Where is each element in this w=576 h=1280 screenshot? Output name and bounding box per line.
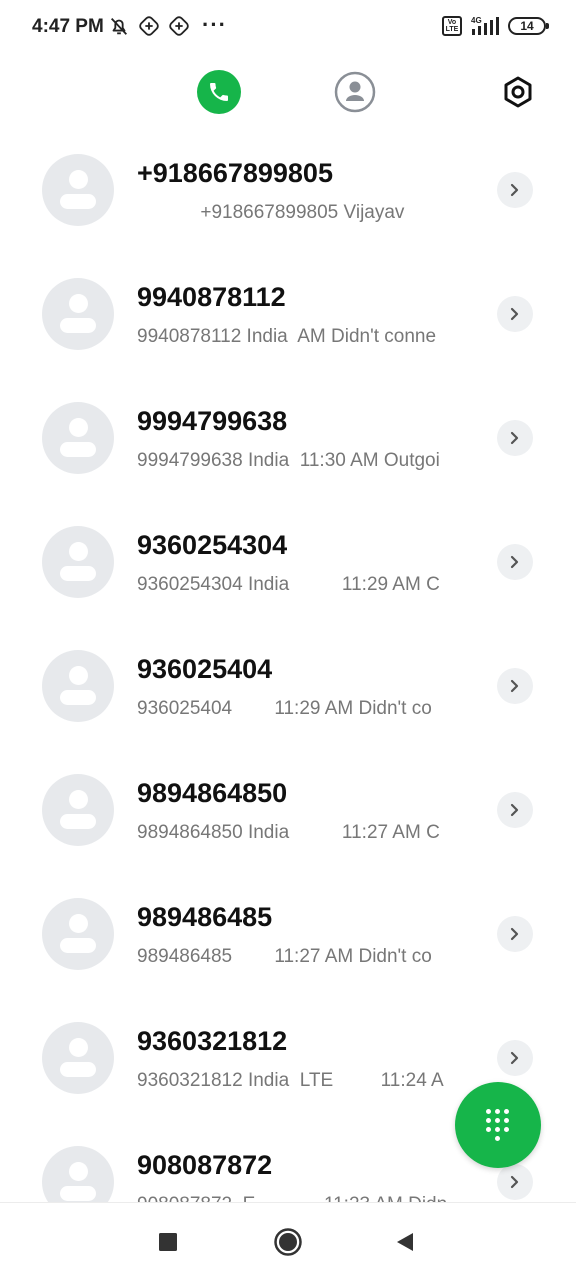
call-details: 936025404 11:29 AM Didn't co: [137, 698, 432, 719]
battery-level: 14: [520, 19, 534, 33]
avatar: [42, 774, 114, 846]
settings-button[interactable]: [496, 70, 540, 114]
avatar: [42, 154, 114, 226]
chevron-right-icon: [510, 803, 519, 817]
back-triangle-icon: [397, 1233, 413, 1251]
call-details-button[interactable]: [497, 1040, 533, 1076]
signal-icon: 4G: [471, 16, 499, 35]
avatar: [42, 898, 114, 970]
call-log-item[interactable]: 9894864850 9894864850 India 11:27 AM C: [0, 748, 576, 872]
call-number: 9940878112: [137, 282, 286, 312]
recents-square-icon: [159, 1233, 177, 1251]
call-number: +918667899805: [137, 158, 333, 188]
network-type-label: 4G: [471, 16, 482, 25]
avatar: [42, 402, 114, 474]
call-details: 9940878112 India AM Didn't conne: [137, 326, 437, 347]
call-details-button[interactable]: [497, 916, 533, 952]
call-log-item[interactable]: 9360254304 9360254304 India 11:29 AM C: [0, 500, 576, 624]
chevron-right-icon: [510, 1051, 519, 1065]
settings-icon: [504, 76, 532, 108]
tab-recents[interactable]: [197, 70, 241, 114]
call-details: 9360321812 India LTE 11:24 A: [137, 1070, 444, 1091]
call-details-button[interactable]: [497, 420, 533, 456]
top-nav: [0, 64, 576, 120]
chevron-right-icon: [510, 679, 519, 693]
recents-button[interactable]: [151, 1225, 185, 1259]
call-details-button[interactable]: [497, 544, 533, 580]
call-details-button[interactable]: [497, 172, 533, 208]
system-nav-bar: [0, 1202, 576, 1280]
call-details-button[interactable]: [497, 792, 533, 828]
call-details-button[interactable]: [497, 668, 533, 704]
call-number: 9360254304: [137, 530, 288, 560]
call-number: 9360321812: [137, 1026, 288, 1056]
call-details-button[interactable]: [497, 1164, 533, 1200]
chevron-right-icon: [510, 927, 519, 941]
back-button[interactable]: [388, 1225, 422, 1259]
call-log-item[interactable]: 989486485 989486485 11:27 AM Didn't co: [0, 872, 576, 996]
phone-icon: [210, 83, 228, 101]
call-number: 9894864850: [137, 778, 288, 808]
chevron-right-icon: [510, 1175, 519, 1189]
chevron-right-icon: [510, 431, 519, 445]
call-number: 9994799638: [137, 406, 288, 436]
avatar: [42, 278, 114, 350]
avatar: [42, 526, 114, 598]
chevron-right-icon: [510, 183, 519, 197]
status-time: 4:47 PM: [32, 16, 104, 37]
notifications-off-icon: [110, 18, 128, 35]
avatar: [42, 1146, 114, 1202]
call-details: +918667899805 Vijayav: [137, 202, 405, 223]
avatar: [42, 650, 114, 722]
call-details: 9894864850 India 11:27 AM C: [137, 822, 440, 843]
home-circle-icon: [274, 1228, 302, 1256]
call-log-item[interactable]: 9940878112 9940878112 India AM Didn't co…: [0, 252, 576, 376]
avatar: [42, 1022, 114, 1094]
call-number: 989486485: [137, 902, 273, 932]
contact-icon: [334, 71, 376, 113]
status-bar: 4:47 PM ··· Vo LTE 4G 14: [0, 0, 576, 56]
tab-contacts[interactable]: [333, 70, 377, 114]
call-details: 989486485 11:27 AM Didn't co: [137, 946, 432, 967]
call-details: 908087872 E 11:23 AM Didn: [137, 1194, 447, 1202]
chevron-right-icon: [510, 555, 519, 569]
call-number: 908087872: [137, 1150, 273, 1180]
screen-share-icon: [139, 16, 159, 36]
volte-icon: Vo LTE: [442, 16, 462, 36]
call-details: 9994799638 India 11:30 AM Outgoi: [137, 450, 440, 471]
screen-share-icon: [169, 16, 189, 36]
chevron-right-icon: [510, 307, 519, 321]
call-log-item[interactable]: 936025404 936025404 11:29 AM Didn't co: [0, 624, 576, 748]
home-button[interactable]: [271, 1225, 305, 1259]
call-log-item[interactable]: 9994799638 9994799638 India 11:30 AM Out…: [0, 376, 576, 500]
more-notifications-icon: ···: [202, 12, 227, 37]
call-number: 936025404: [137, 654, 273, 684]
call-log-item[interactable]: +918667899805 +918667899805 Vijayav: [0, 128, 576, 252]
battery-icon: 14: [508, 17, 549, 35]
call-details-button[interactable]: [497, 296, 533, 332]
call-details: 9360254304 India 11:29 AM C: [137, 574, 440, 595]
dialpad-button[interactable]: [455, 1082, 541, 1168]
call-log-list[interactable]: +918667899805 +918667899805 Vijayav 9940…: [0, 128, 576, 1202]
